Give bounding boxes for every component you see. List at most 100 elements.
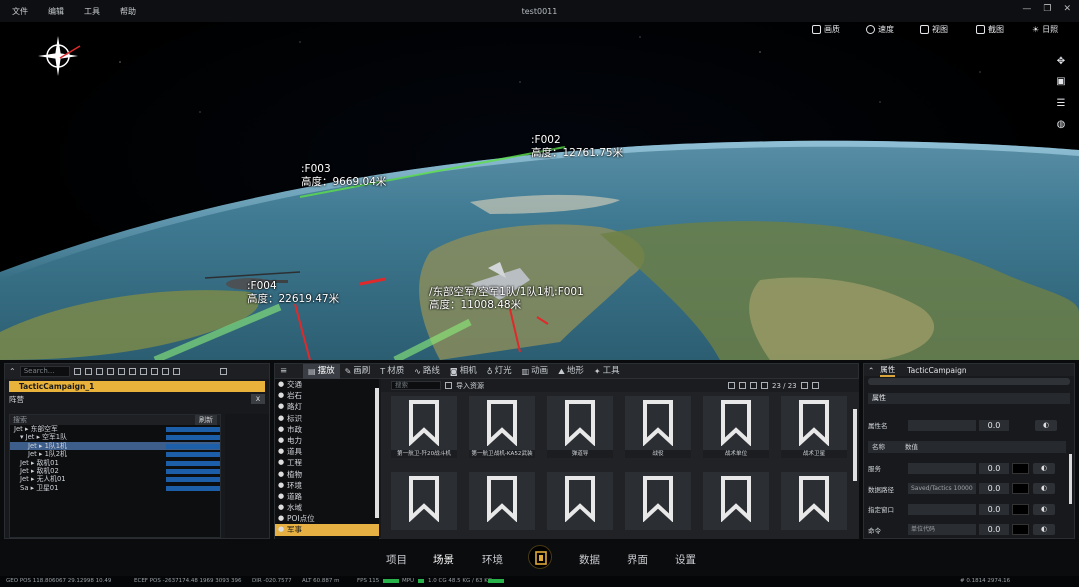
camera-icon[interactable] — [161, 368, 169, 375]
category-item[interactable]: 工程 — [275, 457, 379, 468]
color-swatch[interactable] — [1012, 462, 1029, 474]
property-number-field[interactable]: 0.0 — [979, 503, 1009, 515]
resource-tile[interactable]: 第一航卫战机-KA52武装 — [469, 396, 535, 458]
category-item[interactable]: 军事 — [275, 524, 379, 536]
category-item[interactable]: 环境 — [275, 480, 379, 491]
resource-tile[interactable]: 第一航卫-歼20战斗机 — [391, 396, 457, 458]
quality-button[interactable]: 画质 — [812, 24, 840, 35]
collapse-icon[interactable]: ⌃ — [868, 366, 874, 375]
view-button[interactable]: 视图 — [920, 24, 948, 35]
collapse-icon[interactable]: ⌃ — [9, 367, 16, 376]
menu-icon[interactable] — [219, 368, 227, 375]
tab-tool[interactable]: ✦ 工具 — [589, 364, 625, 379]
tab-material[interactable]: T 材质 — [375, 364, 409, 379]
tab-route[interactable]: ∿ 路线 — [409, 364, 445, 379]
menu-edit[interactable]: 编辑 — [48, 6, 64, 17]
unit-label-f003[interactable]: :F003 高度：9669.04米 — [301, 163, 386, 189]
category-scrollbar[interactable] — [375, 388, 379, 518]
palette-icon[interactable]: ◐ — [1035, 419, 1057, 431]
resource-tile[interactable]: 战术卫星 — [781, 396, 847, 458]
tab-terrain[interactable]: ⛰ 地形 — [553, 364, 589, 379]
layout-icon[interactable] — [95, 368, 103, 375]
category-item[interactable]: 植物 — [275, 469, 379, 480]
property-number-field[interactable]: 0.0 — [979, 524, 1009, 535]
category-item[interactable]: 水域 — [275, 502, 379, 513]
tree-search-input[interactable]: 搜索 — [13, 415, 27, 425]
sun-button[interactable]: ☀ 日照 — [1032, 24, 1058, 35]
palette-icon[interactable]: ◐ — [1033, 524, 1055, 535]
compass-icon[interactable] — [38, 36, 81, 76]
unit-label-f004[interactable]: :F004 高度：22619.47米 — [247, 280, 339, 306]
menu-file[interactable]: 文件 — [12, 6, 28, 17]
category-item[interactable]: 道具 — [275, 446, 379, 457]
3d-viewport[interactable]: 画质 速度 视图 截图 ☀ 日照 ✥ ▣ ☰ ◍ :F002 高度：12761.7… — [0, 22, 1079, 360]
nav-data[interactable]: 数据 — [579, 552, 600, 567]
filter-icon[interactable] — [739, 382, 746, 389]
category-item[interactable]: 路灯 — [275, 401, 379, 412]
image-icon[interactable] — [106, 368, 114, 375]
prev-page-icon[interactable] — [800, 382, 808, 389]
nav-project[interactable]: 项目 — [386, 552, 407, 567]
property-value-field[interactable]: 单位代码 — [908, 524, 976, 535]
frame-icon[interactable] — [150, 368, 158, 375]
nav-environment[interactable]: 环境 — [482, 552, 503, 567]
properties-tab[interactable]: 属性 — [880, 364, 896, 377]
resource-tile[interactable]: 战役 — [625, 396, 691, 458]
layers-icon[interactable]: ☰ — [1055, 98, 1067, 110]
resource-tile[interactable] — [703, 472, 769, 530]
delete-icon[interactable] — [761, 382, 768, 389]
category-item[interactable]: 标识 — [275, 413, 379, 424]
resource-tile[interactable]: 弹道导 — [547, 396, 613, 458]
property-number-field[interactable]: 0.0 — [979, 483, 1009, 494]
menu-help[interactable]: 帮助 — [120, 6, 136, 17]
tabs-menu-icon[interactable]: ≡ — [275, 364, 303, 379]
mobile-icon[interactable] — [139, 368, 147, 375]
tab-camera[interactable]: ◙ 相机 — [445, 364, 482, 379]
tree-row[interactable]: Jet ▸ 敌机01 — [10, 459, 220, 467]
speed-button[interactable]: 速度 — [866, 24, 894, 35]
tab-animation[interactable]: ▥ 动画 — [517, 364, 554, 379]
color-swatch[interactable] — [1012, 503, 1029, 515]
resource-tile[interactable]: 战术单位 — [703, 396, 769, 458]
window-icon[interactable] — [172, 368, 180, 375]
property-number-field[interactable]: 0.0 — [979, 419, 1009, 431]
palette-icon[interactable]: ◐ — [1033, 483, 1055, 494]
tab-brush[interactable]: ✎ 画刷 — [340, 364, 376, 379]
palette-icon[interactable]: ◐ — [1033, 503, 1055, 515]
refresh-icon[interactable] — [73, 368, 81, 375]
unit-label-f002[interactable]: :F002 高度：12761.75米 — [531, 134, 623, 160]
property-value-field[interactable] — [908, 462, 976, 474]
tree-refresh-button[interactable]: 刷新 — [195, 415, 217, 425]
palette-icon[interactable]: ◐ — [1033, 462, 1055, 474]
cube-icon[interactable]: ▣ — [1055, 76, 1067, 88]
import-icon[interactable] — [445, 382, 452, 389]
property-value-field[interactable] — [908, 419, 976, 431]
close-icon[interactable]: ✕ — [1063, 4, 1071, 14]
resource-tile[interactable] — [469, 472, 535, 530]
sort-icon[interactable] — [750, 382, 757, 389]
app-logo-icon[interactable] — [528, 545, 552, 569]
property-value-field[interactable] — [908, 503, 976, 515]
faction-close-button[interactable]: x — [251, 394, 265, 404]
color-swatch[interactable] — [1012, 524, 1029, 535]
properties-scrollbar[interactable] — [1069, 454, 1072, 504]
screenshot-button[interactable]: 截图 — [976, 24, 1004, 35]
next-page-icon[interactable] — [811, 382, 819, 389]
tree-row[interactable]: Sa ▸ 卫星01 — [10, 484, 220, 492]
property-value-field[interactable]: Saved/Tactics 10000 — [908, 483, 976, 494]
category-item[interactable]: 道路 — [275, 491, 379, 502]
campaign-row[interactable]: TacticCampaign_1 — [9, 381, 265, 392]
menu-tools[interactable]: 工具 — [84, 6, 100, 17]
nav-interface[interactable]: 界面 — [627, 552, 648, 567]
properties-slider[interactable] — [868, 378, 1070, 385]
category-item[interactable]: POI点位 — [275, 513, 379, 524]
grid-icon[interactable] — [117, 368, 125, 375]
restore-icon[interactable]: ❐ — [1043, 4, 1051, 14]
color-swatch[interactable] — [1012, 483, 1029, 494]
list-view-icon[interactable] — [728, 382, 735, 389]
tree-row[interactable]: Jet ▸ 1队2机 — [10, 450, 220, 458]
minimize-icon[interactable]: — — [1022, 4, 1031, 14]
resource-search-input[interactable]: 搜索 — [391, 381, 441, 390]
nav-settings[interactable]: 设置 — [675, 552, 696, 567]
resource-tile[interactable] — [391, 472, 457, 530]
